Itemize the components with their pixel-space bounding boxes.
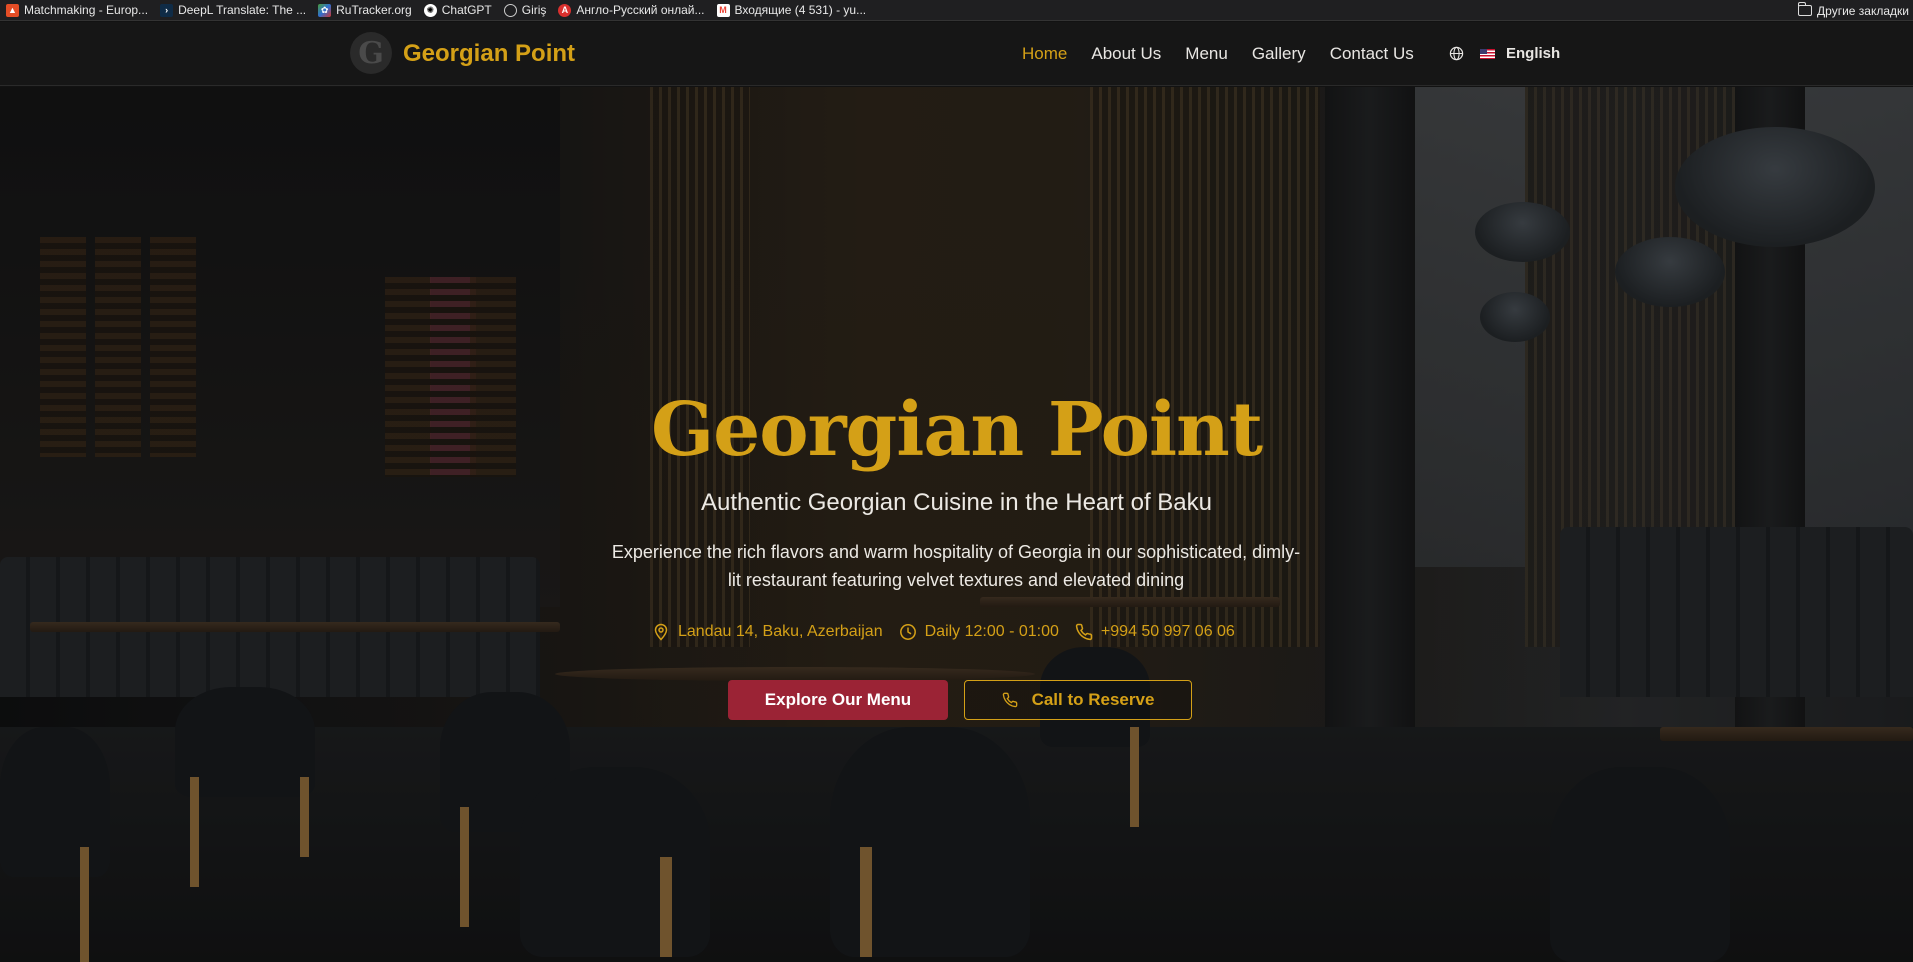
bookmark-label: ChatGPT [441,3,492,17]
hero-content: Georgian Point Authentic Georgian Cuisin… [0,87,1913,962]
explore-menu-button[interactable]: Explore Our Menu [728,680,948,720]
logo-letter: G [358,35,384,71]
bookmark-label: Matchmaking - Europ... [24,3,149,17]
nav-about[interactable]: About Us [1091,44,1161,64]
phone-info[interactable]: +994 50 997 06 06 [1075,623,1235,641]
bookmark-label: RuTracker.org [336,3,412,17]
phone-text: +994 50 997 06 06 [1100,623,1235,640]
hero-title: Georgian Point [650,387,1263,473]
address-info: Landau 14, Baku, Azerbaijan [652,623,883,641]
bookmark-deepl[interactable]: › DeepL Translate: The ... [154,0,312,20]
phone-icon [1075,623,1093,641]
hours-text: Daily 12:00 - 01:00 [924,623,1059,640]
brand-name[interactable]: Georgian Point [403,40,575,68]
bookmark-lingvo[interactable]: A Англо-Русский онлай... [552,0,710,20]
deepl-icon: › [160,3,174,17]
main-nav: Home About Us Menu Gallery Contact Us [1022,44,1438,64]
other-bookmarks[interactable]: Другие закладки [1798,0,1913,20]
phone-icon [1002,692,1017,708]
info-row: Landau 14, Baku, Azerbaijan Daily 12:00 … [652,623,1251,641]
hero-section: Georgian Point Authentic Georgian Cuisin… [0,87,1913,962]
bookmark-matchmaking[interactable]: ▲ Matchmaking - Europ... [0,0,154,20]
nav-home[interactable]: Home [1022,44,1067,64]
chatgpt-icon: ✺ [423,3,437,17]
site-header: G Georgian Point Home About Us Menu Gall… [0,22,1913,86]
clock-icon [899,624,916,640]
nav-gallery[interactable]: Gallery [1252,44,1306,64]
matchmaking-icon: ▲ [6,3,19,17]
map-pin-icon [654,623,668,641]
call-to-reserve-button[interactable]: Call to Reserve [964,680,1192,720]
translate-icon: A [558,3,572,17]
hero-subtitle: Authentic Georgian Cuisine in the Heart … [701,489,1212,516]
language-selector[interactable]: English [1449,45,1560,62]
nav-menu[interactable]: Menu [1185,44,1228,64]
bookmark-giris[interactable]: Giriş [498,0,553,20]
call-to-reserve-label: Call to Reserve [1031,690,1155,709]
globe-icon [503,3,517,17]
bookmark-label: Входящие (4 531) - yu... [734,3,867,17]
bookmark-gmail[interactable]: M Входящие (4 531) - yu... [711,0,873,20]
bookmark-label: DeepL Translate: The ... [178,3,307,17]
address-text: Landau 14, Baku, Azerbaijan [678,623,883,640]
logo-icon[interactable]: G [350,32,392,74]
hours-info: Daily 12:00 - 01:00 [899,623,1059,641]
us-flag-icon [1480,48,1495,59]
bookmarks-bar: ▲ Matchmaking - Europ... › DeepL Transla… [0,0,1913,21]
folder-icon [1798,2,1813,16]
bookmark-rutracker[interactable]: ✿ RuTracker.org [312,0,418,20]
language-label: English [1506,45,1561,62]
nav-contact[interactable]: Contact Us [1330,44,1414,64]
globe-icon [1449,46,1464,61]
bookmark-label: Англо-Русский онлай... [576,3,705,17]
gmail-icon: M [716,3,730,17]
rutracker-icon: ✿ [318,3,332,17]
bookmark-chatgpt[interactable]: ✺ ChatGPT [418,0,498,20]
bookmark-label: Giriş [521,3,547,17]
hero-description: Experience the rich flavors and warm hos… [611,542,1301,590]
other-bookmarks-label: Другие закладки [1817,3,1909,18]
